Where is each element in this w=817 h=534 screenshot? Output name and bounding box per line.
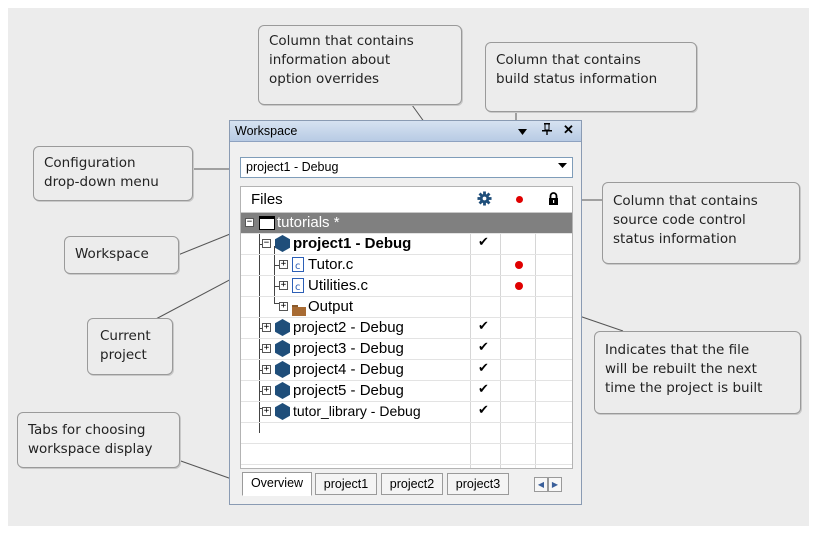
- tree-row-project[interactable]: + tutor_library - Debug ✔: [241, 402, 572, 423]
- configuration-dropdown[interactable]: project1 - Debug: [240, 157, 573, 178]
- tree-row-folder[interactable]: + Output: [241, 297, 572, 318]
- tree-row-label: project4 - Debug: [293, 361, 404, 378]
- tree-row-file[interactable]: + c Utilities.c: [241, 276, 572, 297]
- expand-toggle-icon[interactable]: +: [262, 365, 271, 374]
- callout-scc-status: Column that contains source code control…: [602, 182, 800, 264]
- close-icon[interactable]: ✕: [563, 122, 574, 138]
- tree-row-workspace[interactable]: − tutorials *: [241, 213, 572, 234]
- window-title: Workspace: [235, 124, 298, 138]
- tree-row-label: Tutor.c: [308, 256, 354, 273]
- tab-scroll-right-icon[interactable]: ▶: [548, 477, 562, 492]
- build-pending-indicator: [515, 282, 523, 290]
- expand-toggle-icon[interactable]: +: [262, 344, 271, 353]
- chevron-down-icon[interactable]: [558, 161, 567, 172]
- expand-toggle-icon[interactable]: +: [279, 302, 288, 311]
- tree-row-empty: [241, 444, 572, 465]
- override-check: ✔: [478, 235, 489, 250]
- tree-row-label: Output: [308, 298, 354, 315]
- workspace-title-bar: Workspace ✕: [230, 121, 581, 142]
- tree-row-label: project1 - Debug: [293, 235, 412, 252]
- tree-row-project[interactable]: + project4 - Debug ✔: [241, 360, 572, 381]
- callout-build-status: Column that contains build status inform…: [485, 42, 697, 112]
- tree-row-label: project2 - Debug: [293, 319, 404, 336]
- expand-toggle-icon[interactable]: +: [279, 281, 288, 290]
- tree-row-file[interactable]: + c Tutor.c: [241, 255, 572, 276]
- c-file-icon: c: [292, 257, 304, 276]
- pin-icon[interactable]: [542, 122, 552, 139]
- override-check: ✔: [478, 403, 489, 418]
- lock-icon[interactable]: [548, 191, 559, 210]
- project-icon: [275, 403, 290, 424]
- tab-overview[interactable]: Overview: [242, 472, 312, 496]
- svg-text:c: c: [295, 282, 301, 293]
- callout-rebuild: Indicates that the file will be rebuilt …: [594, 331, 801, 414]
- expand-toggle-icon[interactable]: +: [262, 386, 271, 395]
- callout-current-project: Current project: [87, 318, 173, 375]
- expand-toggle-icon[interactable]: +: [262, 323, 271, 332]
- expand-toggle-icon[interactable]: +: [279, 260, 288, 269]
- c-file-icon: c: [292, 278, 304, 297]
- collapse-toggle-icon[interactable]: −: [262, 239, 271, 248]
- build-pending-indicator: [515, 261, 523, 269]
- tree-row-label: tutorials *: [277, 214, 340, 231]
- expand-toggle-icon[interactable]: +: [262, 407, 271, 416]
- workspace-window: Workspace ✕ project1 - Debug Files − tut…: [229, 120, 582, 505]
- project-icon: [275, 361, 290, 382]
- project-icon: [275, 382, 290, 403]
- tree-row-label: tutor_library - Debug: [293, 403, 421, 419]
- tab-project1[interactable]: project1: [315, 473, 377, 495]
- project-icon: [275, 319, 290, 340]
- callout-overrides: Column that contains information about o…: [258, 25, 462, 105]
- override-check: ✔: [478, 340, 489, 355]
- workspace-tabs: Overview project1 project2 project3 ◀ ▶: [240, 471, 573, 499]
- tree-row-project[interactable]: + project5 - Debug ✔: [241, 381, 572, 402]
- tab-project2[interactable]: project2: [381, 473, 443, 495]
- workspace-icon: [259, 215, 275, 234]
- configuration-value: project1 - Debug: [246, 160, 339, 174]
- workspace-tree: Files − tutorials * − project1 - Debug ✔…: [240, 186, 573, 469]
- svg-text:c: c: [295, 261, 301, 272]
- project-icon: [275, 235, 290, 256]
- tree-row-current-project[interactable]: − project1 - Debug ✔: [241, 234, 572, 255]
- dropdown-arrow-icon[interactable]: [518, 125, 527, 139]
- tree-row-label: Utilities.c: [308, 277, 369, 294]
- override-check: ✔: [478, 361, 489, 376]
- project-icon: [275, 340, 290, 361]
- tree-header: Files: [241, 187, 572, 213]
- tab-project3[interactable]: project3: [447, 473, 509, 495]
- tree-row-label: project5 - Debug: [293, 382, 404, 399]
- override-check: ✔: [478, 382, 489, 397]
- collapse-toggle-icon[interactable]: −: [245, 218, 254, 227]
- tree-row-project[interactable]: + project3 - Debug ✔: [241, 339, 572, 360]
- tab-scroll-left-icon[interactable]: ◀: [534, 477, 548, 492]
- callout-tabs: Tabs for choosing workspace display: [17, 412, 180, 468]
- override-check: ✔: [478, 319, 489, 334]
- tree-row-project[interactable]: + project2 - Debug ✔: [241, 318, 572, 339]
- tree-row-empty: [241, 423, 572, 444]
- files-column-header[interactable]: Files: [251, 191, 283, 208]
- gear-icon[interactable]: [477, 191, 492, 210]
- callout-workspace: Workspace: [64, 236, 179, 274]
- tree-row-label: project3 - Debug: [293, 340, 404, 357]
- red-dot-icon[interactable]: [516, 196, 523, 203]
- callout-config-menu: Configuration drop-down menu: [33, 146, 193, 201]
